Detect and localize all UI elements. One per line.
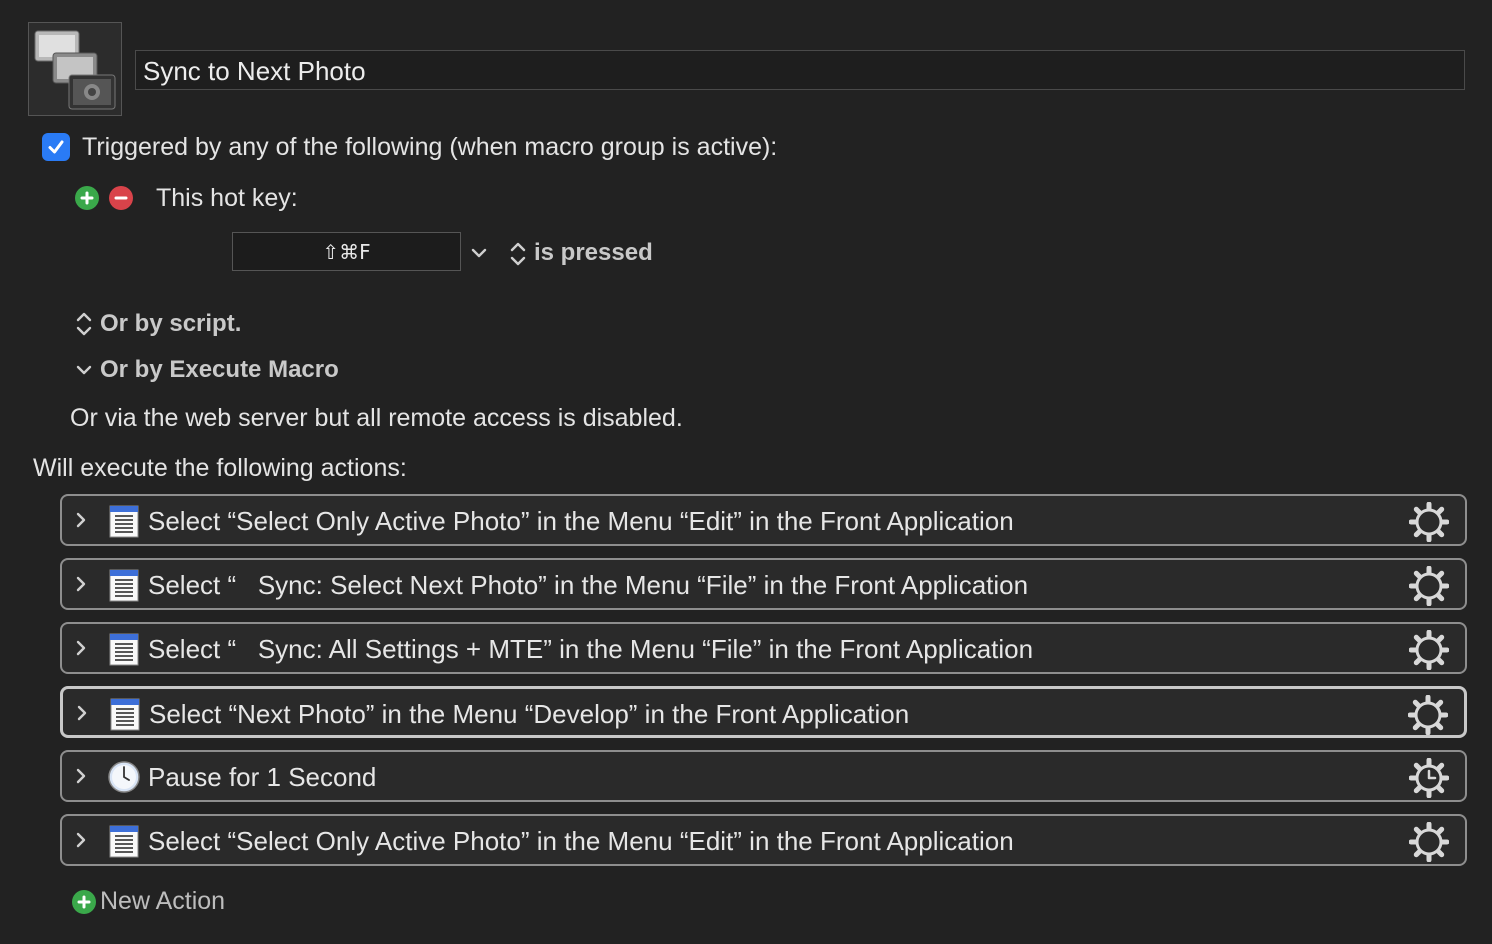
menu-list-icon [107, 568, 141, 602]
chevron-down-icon [76, 365, 92, 375]
gear-icon[interactable] [1408, 501, 1450, 543]
new-action-label: New Action [100, 887, 226, 915]
plus-icon [80, 191, 94, 205]
chevron-right-icon[interactable] [72, 572, 90, 601]
hotkey-condition-label: is pressed [534, 239, 653, 266]
clock-icon [107, 760, 141, 794]
chevron-right-icon[interactable] [72, 828, 90, 857]
chevron-right-icon[interactable] [73, 701, 91, 730]
action-label: Pause for 1 Second [148, 762, 377, 792]
or-by-script-label: Or by script. [100, 310, 242, 337]
up-down-chevron-icon [510, 242, 526, 266]
action-row[interactable]: Select “ Sync: All Settings + MTE” in th… [60, 622, 1467, 674]
gear-icon[interactable] [1408, 821, 1450, 863]
action-row[interactable]: Select “Next Photo” in the Menu “Develop… [60, 686, 1467, 738]
stacked-photos-icon [34, 30, 116, 110]
or-by-script-popup[interactable]: Or by script. [74, 310, 274, 340]
hotkey-field[interactable]: ⇧⌘F [232, 232, 461, 271]
macro-icon[interactable] [28, 22, 122, 116]
action-label: Select “Select Only Active Photo” in the… [148, 506, 1014, 536]
up-down-chevron-icon [76, 312, 92, 336]
chevron-down-icon [471, 248, 487, 258]
menu-list-icon [107, 824, 141, 858]
chevron-right-icon[interactable] [72, 508, 90, 537]
web-server-note: Or via the web server but all remote acc… [70, 404, 683, 432]
minus-icon [114, 196, 128, 200]
action-row[interactable]: Pause for 1 Second [60, 750, 1467, 802]
actions-heading: Will execute the following actions: [33, 454, 407, 482]
action-label: Select “Select Only Active Photo” in the… [148, 826, 1014, 856]
action-row[interactable]: Select “Select Only Active Photo” in the… [60, 814, 1467, 866]
hotkey-label: This hot key: [156, 184, 298, 212]
add-trigger-button[interactable] [75, 186, 99, 210]
menu-list-icon [108, 697, 142, 731]
gear-icon[interactable] [1408, 629, 1450, 671]
gear-icon[interactable] [1408, 565, 1450, 607]
gear-clock-icon[interactable] [1408, 757, 1450, 799]
checkmark-icon [48, 140, 64, 154]
plus-circle-icon [72, 890, 96, 914]
remove-trigger-button[interactable] [109, 186, 133, 210]
hotkey-dropdown-chevron[interactable] [470, 244, 488, 267]
action-label: Select “ Sync: Select Next Photo” in the… [148, 570, 1029, 600]
menu-list-icon [107, 632, 141, 666]
triggers-heading: Triggered by any of the following (when … [82, 133, 778, 161]
new-action-button[interactable]: New Action [72, 887, 242, 916]
action-label: Select “Next Photo” in the Menu “Develop… [149, 699, 910, 729]
chevron-right-icon[interactable] [72, 764, 90, 793]
chevron-right-icon[interactable] [72, 636, 90, 665]
macro-title-field[interactable]: Sync to Next Photo [135, 50, 1465, 90]
action-row[interactable]: Select “ Sync: Select Next Photo” in the… [60, 558, 1467, 610]
or-by-execute-macro-disclosure[interactable]: Or by Execute Macro [74, 356, 374, 386]
menu-list-icon [107, 504, 141, 538]
or-by-execute-macro-label: Or by Execute Macro [100, 356, 339, 383]
triggers-enabled-checkbox[interactable] [42, 133, 70, 161]
gear-icon[interactable] [1407, 694, 1449, 736]
action-label: Select “ Sync: All Settings + MTE” in th… [148, 634, 1034, 664]
action-row[interactable]: Select “Select Only Active Photo” in the… [60, 494, 1467, 546]
